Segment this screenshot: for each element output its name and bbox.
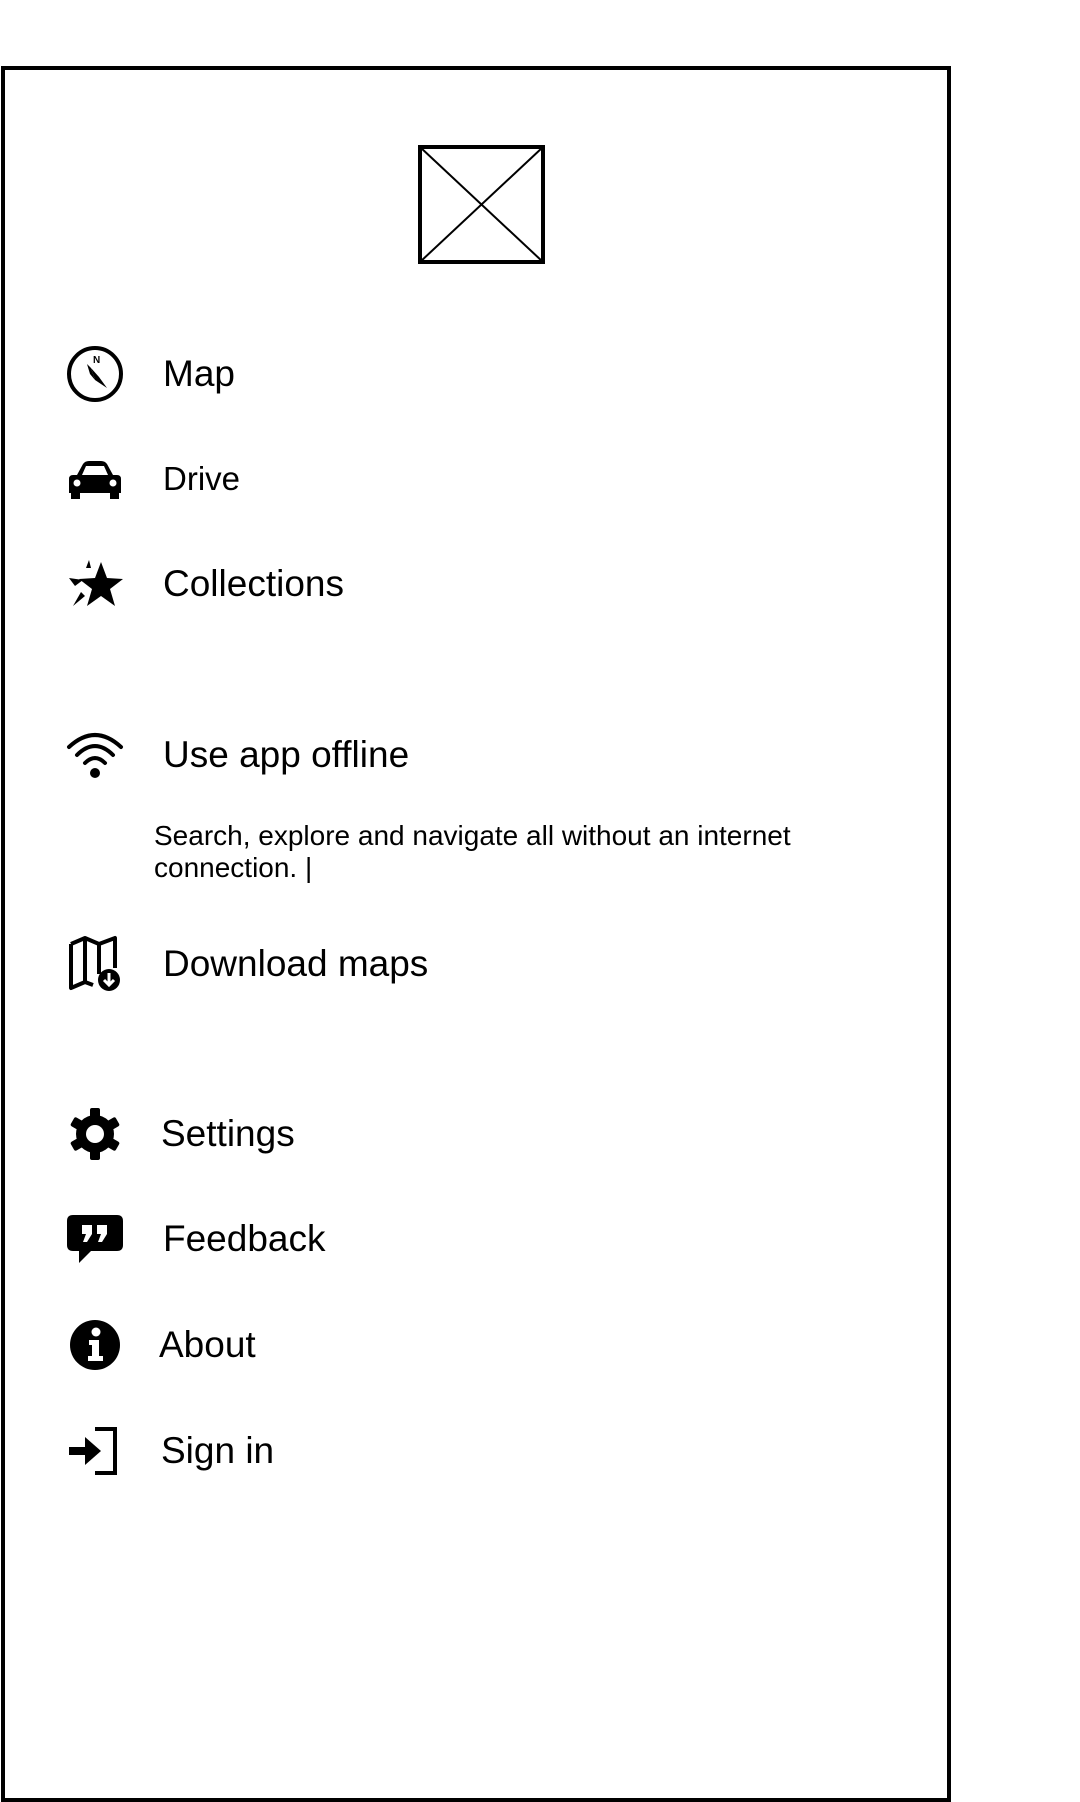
compass-icon: N	[65, 344, 125, 404]
menu-item-label: Settings	[161, 1113, 295, 1154]
menu-item-label: Sign in	[161, 1430, 275, 1471]
menu-item-label: Map	[163, 353, 235, 394]
menu-item-sign-in[interactable]: Sign in	[65, 1416, 885, 1486]
menu-item-label: About	[159, 1324, 256, 1365]
menu-item-settings[interactable]: Settings	[65, 1099, 885, 1169]
menu-item-label: Use app offline	[163, 734, 410, 775]
wifi-icon	[65, 725, 125, 785]
menu-item-feedback[interactable]: Feedback	[65, 1204, 885, 1274]
navigation-drawer: N Map Drive Collections Use app offline …	[1, 66, 951, 1802]
menu-item-map[interactable]: N Map	[65, 339, 885, 409]
car-icon	[65, 449, 125, 509]
map-download-icon	[65, 934, 125, 994]
gear-icon	[65, 1104, 125, 1164]
svg-text:N: N	[93, 355, 100, 366]
sign-in-icon	[65, 1421, 125, 1481]
info-icon	[65, 1315, 125, 1375]
menu-item-about[interactable]: About	[65, 1310, 885, 1380]
menu-item-label: Drive	[163, 460, 241, 497]
logo-placeholder-icon	[418, 145, 545, 264]
menu-item-label: Collections	[163, 563, 344, 604]
menu-item-label: Feedback	[163, 1218, 326, 1259]
offline-description: Search, explore and navigate all without…	[154, 820, 791, 883]
menu-item-use-app-offline[interactable]: Use app offline	[65, 720, 885, 790]
menu-item-collections[interactable]: Collections	[65, 549, 885, 619]
feedback-icon	[65, 1209, 125, 1269]
menu-item-download-maps[interactable]: Download maps	[65, 929, 885, 999]
star-icon	[65, 554, 125, 614]
menu-item-drive[interactable]: Drive	[65, 444, 885, 514]
menu-item-label: Download maps	[163, 943, 429, 984]
